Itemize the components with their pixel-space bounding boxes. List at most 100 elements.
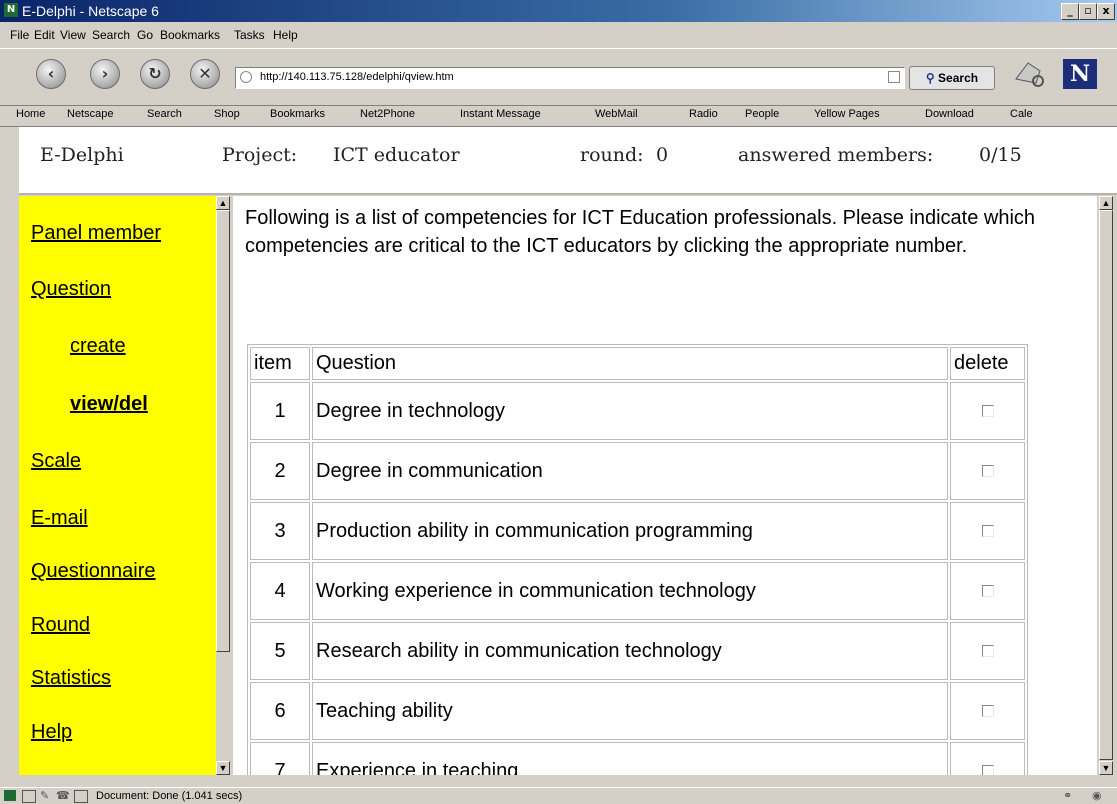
item-number: 7 <box>250 742 310 775</box>
table-row: 5 Research ability in communication tech… <box>250 622 1025 680</box>
app-name: E-Delphi <box>40 144 124 166</box>
scroll-down-icon[interactable]: ▼ <box>216 761 230 775</box>
bookmark-download[interactable]: Download <box>925 108 974 120</box>
delete-checkbox[interactable] <box>981 764 994 775</box>
questions-table: item Question delete 1 Degree in technol… <box>247 344 1028 775</box>
delete-checkbox[interactable] <box>981 404 994 417</box>
bookmark-shop[interactable]: Shop <box>214 108 240 120</box>
netscape-status-icon[interactable] <box>4 790 16 801</box>
address-book-icon[interactable]: ☎ <box>56 789 70 802</box>
question-text: Degree in communication <box>312 442 948 500</box>
content-scrollbar[interactable]: ▲ ▼ <box>1099 196 1113 775</box>
question-text: Degree in technology <box>312 382 948 440</box>
bookmark-radio[interactable]: Radio <box>689 108 718 120</box>
project-name: ICT educator <box>333 144 460 166</box>
mail-icon[interactable] <box>22 790 36 803</box>
sidebar-item-panel-member[interactable]: Panel member <box>31 222 161 245</box>
forward-icon[interactable]: › <box>90 59 120 89</box>
stop-icon[interactable]: ✕ <box>190 59 220 89</box>
delete-checkbox[interactable] <box>981 644 994 657</box>
menu-search[interactable]: Search <box>92 28 130 42</box>
menu-bookmarks[interactable]: Bookmarks <box>160 28 220 42</box>
bookmark-search[interactable]: Search <box>147 108 182 120</box>
answered-value: 0/15 <box>979 144 1022 166</box>
connection-icon: ⚭ <box>1063 790 1073 802</box>
delete-checkbox[interactable] <box>981 584 994 597</box>
sidebar-item-view-del[interactable]: view/del <box>70 393 148 416</box>
sidebar-item-question[interactable]: Question <box>31 278 111 301</box>
menu-help[interactable]: Help <box>273 28 298 42</box>
url-dropdown-icon[interactable] <box>888 71 900 83</box>
menu-file[interactable]: File <box>10 28 29 42</box>
bookmark-webmail[interactable]: WebMail <box>595 108 638 120</box>
personal-toolbar: Home Netscape Search Shop Bookmarks Net2… <box>0 104 1117 127</box>
sidebar-frame: Panel member Question create view/del Sc… <box>19 196 230 775</box>
menu-go[interactable]: Go <box>137 28 153 42</box>
content-scroll-thumb[interactable] <box>1099 210 1113 760</box>
netscape-brand-icon[interactable]: N <box>1063 59 1097 89</box>
bookmark-calendar[interactable]: Cale <box>1010 108 1033 120</box>
sidebar-item-round[interactable]: Round <box>31 614 90 637</box>
search-button[interactable]: ⚲ Search <box>909 66 995 90</box>
header-frame: E-Delphi Project: ICT educator round: 0 … <box>19 127 1117 195</box>
question-text: Experience in teaching <box>312 742 948 775</box>
item-number: 4 <box>250 562 310 620</box>
back-icon[interactable]: ‹ <box>36 59 66 89</box>
scroll-down-icon[interactable]: ▼ <box>1099 761 1113 775</box>
round-value: 0 <box>656 144 669 166</box>
title-bar: N E-Delphi - Netscape 6 _ ▫ x <box>0 0 1117 22</box>
bookmark-net2phone[interactable]: Net2Phone <box>360 108 415 120</box>
bookmark-home[interactable]: Home <box>16 108 45 120</box>
item-number: 3 <box>250 502 310 560</box>
sidebar-item-create[interactable]: create <box>70 335 126 358</box>
bookmark-people[interactable]: People <box>745 108 779 120</box>
header-question: Question <box>312 347 948 380</box>
table-row: 4 Working experience in communication te… <box>250 562 1025 620</box>
sidebar-item-scale[interactable]: Scale <box>31 450 81 473</box>
content-frame: Following is a list of competencies for … <box>233 196 1097 775</box>
reload-icon[interactable]: ↻ <box>140 59 170 89</box>
page-icon <box>240 71 252 83</box>
composer-icon[interactable]: ✎ <box>40 789 49 802</box>
delete-checkbox[interactable] <box>981 704 994 717</box>
sidebar-scrollbar[interactable]: ▲ ▼ <box>216 196 230 775</box>
sidebar-item-help[interactable]: Help <box>31 721 72 744</box>
bookmark-bookmarks[interactable]: Bookmarks <box>270 108 325 120</box>
instructions-text: Following is a list of competencies for … <box>245 207 1036 257</box>
menu-edit[interactable]: Edit <box>34 28 55 42</box>
answered-label: answered members: <box>738 144 934 166</box>
delete-checkbox[interactable] <box>981 464 994 477</box>
sidebar-item-questionnaire[interactable]: Questionnaire <box>31 560 156 583</box>
table-row: 1 Degree in technology <box>250 382 1025 440</box>
status-bar: ✎ ☎ Document: Done (1.041 secs) ⚭ ◉ <box>0 787 1117 804</box>
navigation-toolbar: ‹ › ↻ ✕ http://140.113.75.128/edelphi/qv… <box>0 48 1117 106</box>
url-field[interactable]: http://140.113.75.128/edelphi/qview.htm <box>235 67 905 89</box>
security-icon: ◉ <box>1092 790 1102 802</box>
sidebar-item-statistics[interactable]: Statistics <box>31 667 111 690</box>
maximize-button[interactable]: ▫ <box>1079 3 1097 20</box>
close-button[interactable]: x <box>1097 3 1115 20</box>
url-text: http://140.113.75.128/edelphi/qview.htm <box>260 71 454 83</box>
question-text: Working experience in communication tech… <box>312 562 948 620</box>
delete-checkbox[interactable] <box>981 524 994 537</box>
minimize-button[interactable]: _ <box>1061 3 1079 20</box>
sidebar-scroll-thumb[interactable] <box>216 210 230 652</box>
bookmark-netscape[interactable]: Netscape <box>67 108 113 120</box>
table-row: 3 Production ability in communication pr… <box>250 502 1025 560</box>
bookmark-yellow-pages[interactable]: Yellow Pages <box>814 108 880 120</box>
netscape-logo-icon: N <box>4 3 18 17</box>
header-item: item <box>250 347 310 380</box>
round-label: round: <box>580 144 644 166</box>
bookmark-instant-message[interactable]: Instant Message <box>460 108 541 120</box>
menu-tasks[interactable]: Tasks <box>234 28 265 42</box>
question-text: Research ability in communication techno… <box>312 622 948 680</box>
print-icon[interactable] <box>1010 57 1046 89</box>
project-label: Project: <box>222 144 298 166</box>
scroll-up-icon[interactable]: ▲ <box>1099 196 1113 210</box>
magnifier-icon: ⚲ <box>925 71 935 85</box>
table-row: 6 Teaching ability <box>250 682 1025 740</box>
sidebar-item-email[interactable]: E-mail <box>31 507 88 530</box>
menu-view[interactable]: View <box>60 28 86 42</box>
aim-icon[interactable] <box>74 790 88 803</box>
scroll-up-icon[interactable]: ▲ <box>216 196 230 210</box>
